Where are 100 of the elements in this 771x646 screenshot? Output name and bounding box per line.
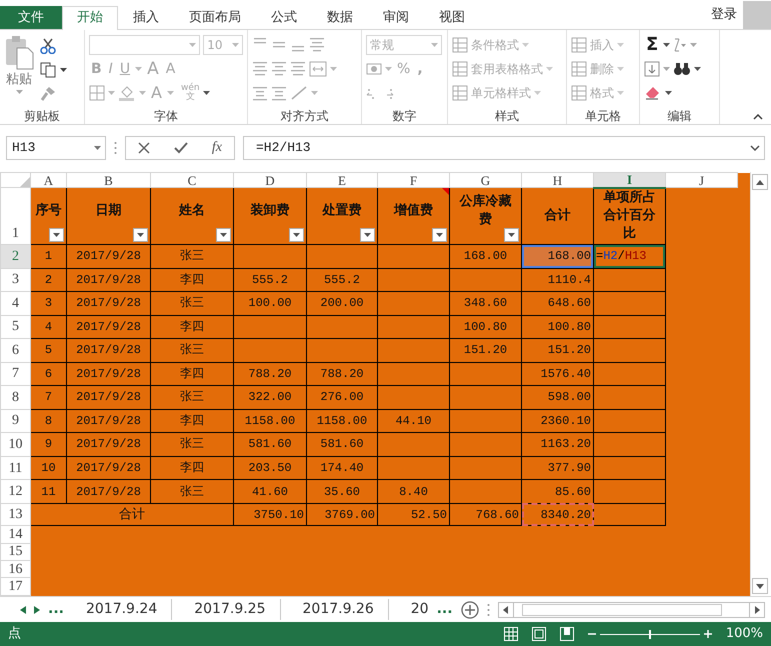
row-header[interactable]: 16: [0, 560, 30, 578]
table-cell: 1163.20: [522, 432, 594, 456]
caret-icon[interactable]: [436, 233, 443, 238]
caret-icon[interactable]: [364, 233, 371, 238]
caret-icon[interactable]: [665, 90, 672, 94]
name-box[interactable]: H13: [6, 136, 106, 160]
paste-button[interactable]: 粘贴: [6, 70, 32, 90]
filter-button[interactable]: [432, 228, 447, 242]
zoom-in-icon[interactable]: [704, 630, 712, 638]
editing-cell[interactable]: =H2/H13: [594, 244, 666, 268]
paste-icon[interactable]: [4, 34, 34, 70]
scissors-icon[interactable]: [40, 38, 56, 54]
scroll-down-icon[interactable]: [756, 584, 764, 588]
caret-icon[interactable]: [53, 233, 60, 238]
cancel-icon[interactable]: [138, 142, 150, 154]
eraser-icon[interactable]: [644, 86, 662, 100]
row-header[interactable]: 11: [0, 456, 30, 480]
drag-handle-icon[interactable]: [486, 602, 490, 616]
filter-button[interactable]: [133, 228, 148, 242]
row-header[interactable]: 15: [0, 543, 30, 561]
binoculars-icon[interactable]: [673, 62, 691, 76]
caret-icon[interactable]: [94, 146, 101, 150]
ribbon-tab[interactable]: 页面布局: [174, 6, 256, 29]
filter-button[interactable]: [360, 228, 375, 242]
sign-in-link[interactable]: 登录: [711, 4, 737, 24]
copy-icon[interactable]: [40, 62, 56, 78]
sheet-tab[interactable]: 2017.9.25: [180, 599, 280, 620]
more-sheets-button[interactable]: ...: [436, 599, 453, 620]
table-cell: 100.00: [234, 292, 306, 316]
column-header[interactable]: C: [150, 172, 234, 188]
table-cell: 张三: [150, 244, 234, 268]
zoom-level[interactable]: 100%: [726, 624, 763, 644]
check-icon[interactable]: [174, 142, 188, 154]
column-header[interactable]: A: [30, 172, 66, 188]
table-cell: 8.40: [378, 480, 450, 504]
row-header[interactable]: 8: [0, 386, 30, 410]
ribbon-tab[interactable]: 视图: [424, 6, 480, 29]
sheet-tab[interactable]: 20: [396, 599, 429, 620]
caret-icon[interactable]: [663, 42, 670, 46]
caret-icon[interactable]: [508, 233, 515, 238]
vertical-scrollbar[interactable]: [750, 172, 770, 596]
insert-function-button[interactable]: fx: [212, 137, 222, 158]
column-header[interactable]: D: [234, 172, 306, 188]
row-header[interactable]: 9: [0, 409, 30, 433]
collapse-ribbon-icon[interactable]: [753, 114, 763, 120]
caret-icon[interactable]: [60, 68, 67, 72]
row-header[interactable]: 12: [0, 480, 30, 504]
ribbon-tab[interactable]: 数据: [312, 6, 368, 29]
ribbon-tab[interactable]: 插入: [118, 6, 174, 29]
ribbon-tab[interactable]: 开始: [62, 6, 118, 30]
column-header[interactable]: H: [522, 172, 594, 188]
column-header[interactable]: E: [306, 172, 378, 188]
page-layout-icon[interactable]: [532, 627, 546, 641]
row-header[interactable]: 4: [0, 292, 30, 316]
column-header[interactable]: F: [378, 172, 450, 188]
ribbon-tab[interactable]: 审阅: [368, 6, 424, 29]
row-header[interactable]: 10: [0, 432, 30, 456]
zoom-slider-thumb[interactable]: [648, 630, 651, 638]
ribbon-tab[interactable]: 文件: [0, 6, 62, 29]
page-break-icon[interactable]: [560, 627, 574, 641]
sheet-tab[interactable]: 2017.9.24: [72, 599, 172, 620]
add-sheet-icon[interactable]: [460, 600, 479, 618]
row-header[interactable]: 5: [0, 315, 30, 339]
normal-view-icon[interactable]: [504, 627, 518, 641]
caret-icon[interactable]: [137, 233, 144, 238]
expand-icon[interactable]: [750, 144, 760, 150]
more-sheets-button[interactable]: ...: [48, 599, 64, 620]
filter-button[interactable]: [49, 228, 64, 242]
formula-field[interactable]: =H2/H13: [243, 136, 765, 160]
caret-icon[interactable]: [220, 233, 227, 238]
row-header[interactable]: 1: [0, 188, 30, 245]
sheet-tab[interactable]: 2017.9.26: [288, 599, 389, 620]
scroll-up-icon[interactable]: [756, 180, 764, 184]
row-header[interactable]: 7: [0, 362, 30, 386]
next-sheet-icon[interactable]: [34, 606, 40, 614]
column-header[interactable]: I: [594, 172, 666, 188]
scroll-right-icon[interactable]: [754, 606, 760, 614]
previous-sheet-icon[interactable]: [20, 606, 26, 614]
row-header[interactable]: 6: [0, 338, 30, 362]
caret-icon[interactable]: [293, 233, 300, 238]
caret-icon[interactable]: [694, 66, 701, 70]
filter-button[interactable]: [289, 228, 304, 242]
row-header[interactable]: 2: [0, 244, 30, 268]
filter-button[interactable]: [216, 228, 231, 242]
row-header[interactable]: 3: [0, 268, 30, 292]
fill-down-icon[interactable]: [644, 60, 660, 76]
table-cell: 3: [30, 292, 66, 316]
scrollbar-thumb[interactable]: [522, 604, 722, 616]
autosum-button[interactable]: Σ: [644, 36, 660, 54]
column-header[interactable]: J: [666, 172, 738, 188]
filter-button[interactable]: [504, 228, 519, 242]
column-header[interactable]: B: [66, 172, 150, 188]
format-painter-icon[interactable]: [40, 86, 56, 102]
row-header[interactable]: 13: [0, 503, 30, 526]
table-cell: 3750.10: [234, 503, 306, 526]
scroll-left-icon[interactable]: [503, 606, 508, 614]
row-header[interactable]: 17: [0, 578, 30, 596]
ribbon-tab[interactable]: 公式: [256, 6, 312, 29]
row-header[interactable]: 14: [0, 526, 30, 544]
column-header[interactable]: G: [450, 172, 522, 188]
